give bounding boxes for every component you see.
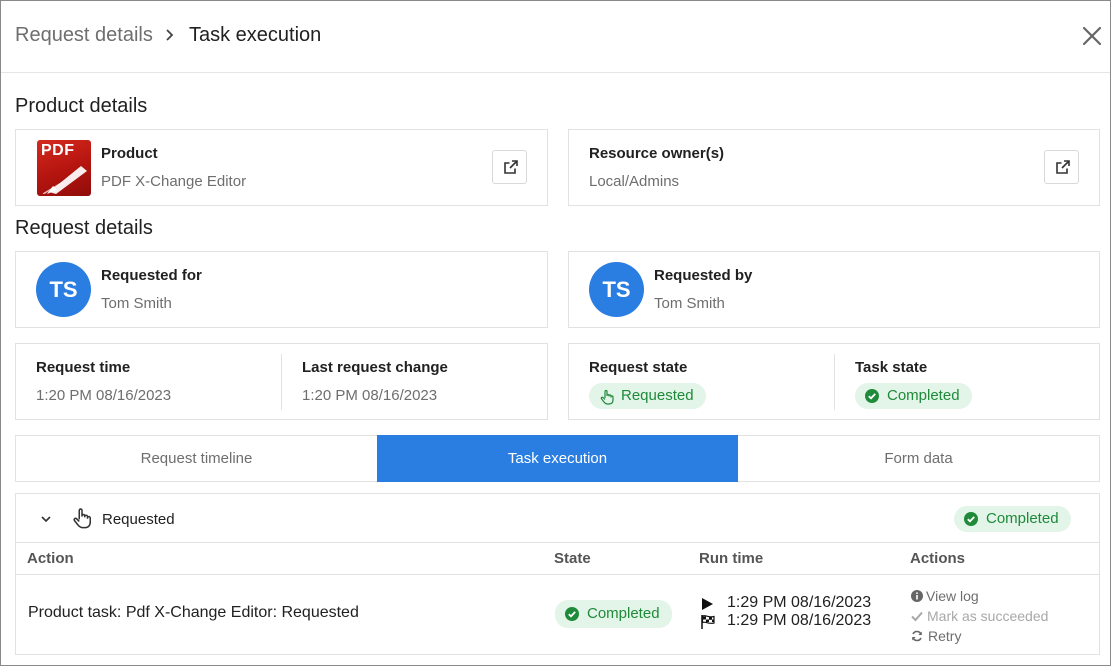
refresh-icon xyxy=(912,630,922,642)
resource-owner-value: Local/Admins xyxy=(589,173,680,190)
dialog-header: Request details Task execution xyxy=(1,1,1110,73)
column-header-actions: Actions xyxy=(910,550,966,567)
requested-for-value: Tom Smith xyxy=(101,295,172,312)
retry-action[interactable]: Retry xyxy=(911,628,961,644)
pen-icon xyxy=(43,166,87,194)
mark-as-succeeded-action[interactable]: Mark as succeeded xyxy=(911,608,1048,624)
row-start-time: 1:29 PM 08/16/2023 xyxy=(727,594,872,611)
chevron-down-icon[interactable] xyxy=(40,514,52,524)
column-header-run-time: Run time xyxy=(699,550,764,567)
task-state-badge: Completed xyxy=(855,383,972,409)
table-header: Action State Run time Actions xyxy=(16,543,1099,575)
table-row: Product task: Pdf X-Change Editor: Reque… xyxy=(16,576,1099,654)
column-header-action: Action xyxy=(27,550,74,567)
requested-for-card: TS Requested for Tom Smith xyxy=(15,251,548,328)
tab-request-timeline[interactable]: Request timeline xyxy=(16,436,377,481)
avatar: TS xyxy=(36,262,91,317)
requested-by-card: TS Requested by Tom Smith xyxy=(568,251,1100,328)
mark-as-succeeded-text: Mark as succeeded xyxy=(927,608,1049,624)
request-times-card: Request time 1:20 PM 08/16/2023 Last req… xyxy=(15,343,548,420)
divider xyxy=(281,354,282,410)
product-card: PDF Product PDF X-Change Editor xyxy=(15,129,548,206)
check-circle-icon xyxy=(565,607,579,621)
check-circle-icon xyxy=(964,512,978,526)
requested-for-label: Requested for xyxy=(101,267,202,284)
requested-by-label: Requested by xyxy=(654,267,753,284)
view-log-text: View log xyxy=(926,588,979,604)
open-product-button[interactable] xyxy=(492,150,527,184)
divider xyxy=(834,354,835,410)
breadcrumb-current-page: Task execution xyxy=(189,24,322,46)
hand-pointer-icon xyxy=(600,389,614,405)
check-circle-icon xyxy=(865,389,879,403)
hand-pointer-icon xyxy=(73,508,92,529)
row-state-text: Completed xyxy=(587,605,660,622)
execution-group-header[interactable]: Requested Completed xyxy=(16,494,1099,543)
row-state-badge: Completed xyxy=(555,600,672,628)
task-state-label: Task state xyxy=(855,359,928,376)
request-time-label: Request time xyxy=(36,359,131,376)
chevron-right-icon xyxy=(166,29,174,41)
pdf-xchange-logo: PDF xyxy=(37,140,91,196)
open-owner-button[interactable] xyxy=(1044,150,1079,184)
task-execution-panel: Requested Completed Action State Run tim… xyxy=(15,493,1100,655)
requested-by-value: Tom Smith xyxy=(654,295,725,312)
last-change-value: 1:20 PM 08/16/2023 xyxy=(302,387,438,404)
execution-group-status-text: Completed xyxy=(986,510,1059,527)
product-details-title: Product details xyxy=(15,95,148,117)
resource-owner-label: Resource owner(s) xyxy=(589,145,725,162)
request-details-title: Request details xyxy=(15,217,153,239)
tab-form-data[interactable]: Form data xyxy=(738,436,1099,481)
avatar: TS xyxy=(589,262,644,317)
external-link-icon xyxy=(504,160,518,174)
view-log-action[interactable]: View log xyxy=(911,588,979,604)
product-label: Product xyxy=(101,145,158,162)
execution-group-label: Requested xyxy=(102,511,175,528)
detail-tabs: Request timeline Task execution Form dat… xyxy=(15,435,1100,482)
execution-group-status-badge: Completed xyxy=(954,506,1071,532)
states-card: Request state Requested Task state Compl… xyxy=(568,343,1100,420)
row-action-name: Product task: Pdf X-Change Editor: Reque… xyxy=(28,604,359,621)
info-icon xyxy=(911,590,923,602)
breadcrumb-request-details[interactable]: Request details xyxy=(15,24,153,47)
request-state-text: Requested xyxy=(621,387,694,404)
tab-task-execution[interactable]: Task execution xyxy=(377,435,738,482)
product-name: PDF X-Change Editor xyxy=(101,173,247,190)
last-change-label: Last request change xyxy=(302,359,448,376)
row-finish-time: 1:29 PM 08/16/2023 xyxy=(727,612,872,629)
request-time-value: 1:20 PM 08/16/2023 xyxy=(36,387,172,404)
resource-owner-card: Resource owner(s) Local/Admins xyxy=(568,129,1100,206)
retry-text: Retry xyxy=(928,628,962,644)
request-state-label: Request state xyxy=(589,359,688,376)
task-state-text: Completed xyxy=(887,387,960,404)
request-state-badge: Requested xyxy=(589,383,706,409)
pdf-logo-text: PDF xyxy=(41,142,75,159)
checkered-flag-icon xyxy=(701,615,715,629)
task-execution-dialog: Request details Task execution Product d… xyxy=(0,0,1111,666)
close-icon[interactable] xyxy=(1079,23,1105,49)
external-link-icon xyxy=(1056,160,1070,174)
play-icon xyxy=(702,598,713,610)
checkmark-icon xyxy=(911,611,923,622)
column-header-state: State xyxy=(554,550,591,567)
